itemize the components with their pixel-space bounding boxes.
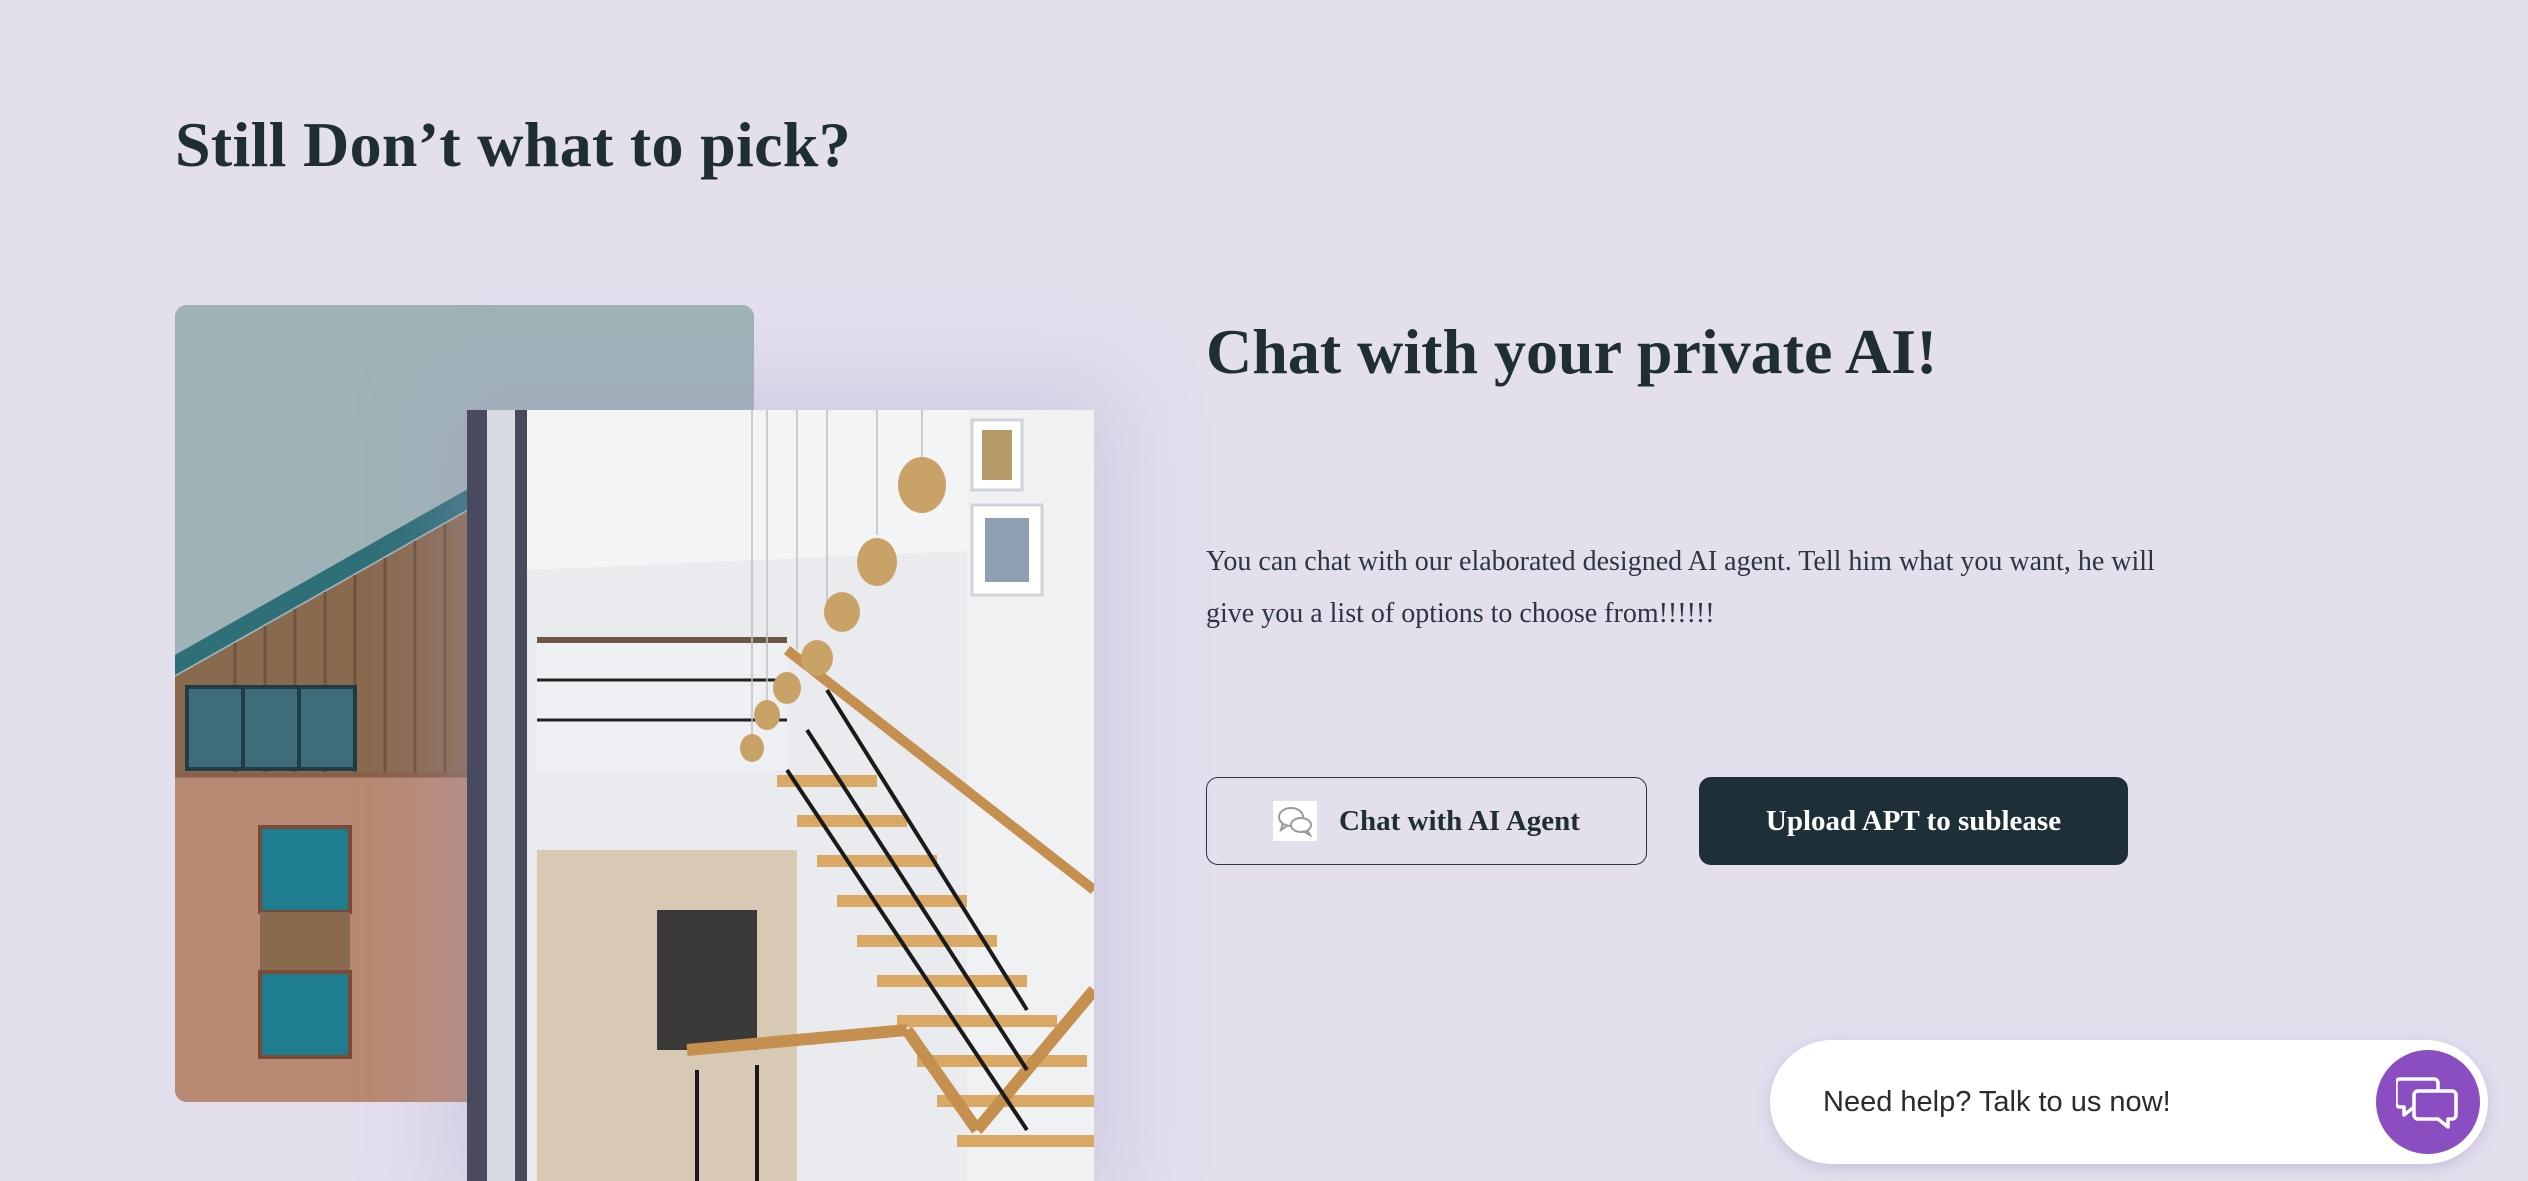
chat-bubbles-icon	[2396, 1077, 2458, 1129]
page-heading: Still Don’t what to pick?	[175, 109, 851, 180]
upload-apt-button[interactable]: Upload APT to sublease	[1699, 777, 2128, 865]
staircase-interior-image	[467, 410, 1094, 1181]
feature-title: Chat with your private AI!	[1206, 316, 1938, 387]
upload-button-label: Upload APT to sublease	[1765, 804, 2062, 837]
help-widget-text: Need help? Talk to us now!	[1823, 1086, 2171, 1118]
feature-description: You can chat with our elaborated designe…	[1206, 546, 2155, 629]
chat-with-ai-agent-button[interactable]: Chat with AI Agent	[1206, 777, 1647, 865]
chat-bubbles-icon	[1273, 801, 1318, 841]
help-chat-widget[interactable]: Need help? Talk to us now!	[1770, 1040, 2488, 1164]
chat-button-label: Chat with AI Agent	[1339, 804, 1580, 837]
help-chat-button[interactable]	[2376, 1050, 2480, 1154]
